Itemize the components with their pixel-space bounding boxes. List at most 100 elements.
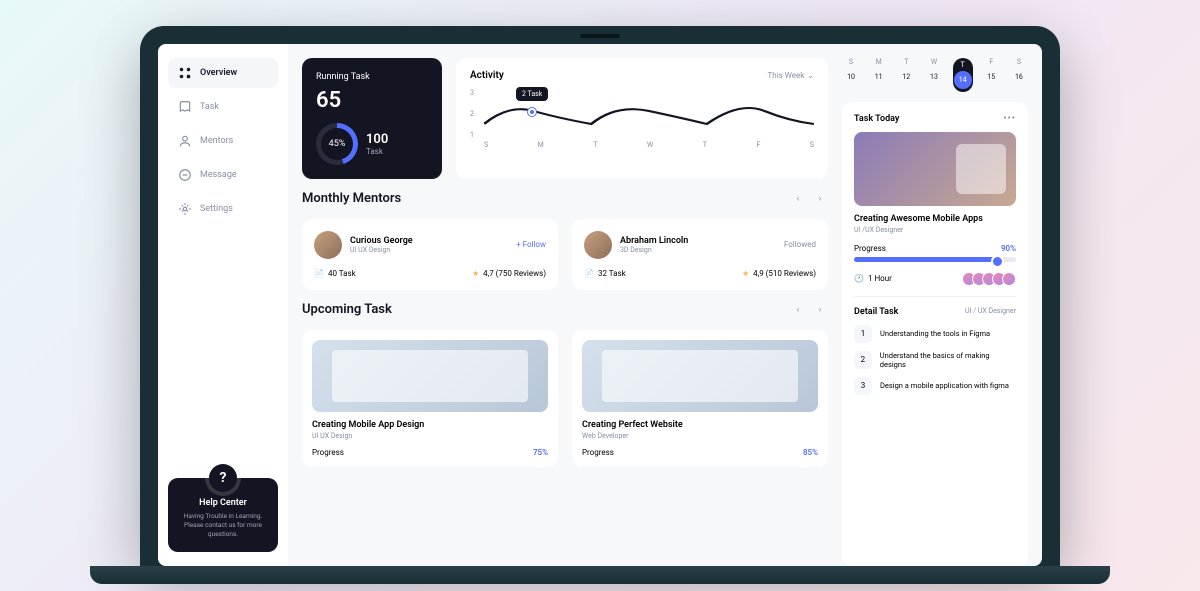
ytick: 2 xyxy=(470,110,474,118)
progress-bar xyxy=(854,257,1016,262)
detail-title: Detail Task xyxy=(854,307,898,317)
star-icon: ★ xyxy=(742,269,749,278)
detail-text: Understand the basics of making designs xyxy=(880,351,1016,369)
chevron-down-icon: ⌄ xyxy=(807,71,814,80)
calendar-date: 14 xyxy=(954,71,972,89)
grid-icon xyxy=(178,66,192,80)
section-title-upcoming: Upcoming Task xyxy=(302,302,392,317)
calendar-day-label: T xyxy=(954,61,972,69)
calendar-day[interactable]: W13 xyxy=(925,58,943,92)
main-content: Running Task 65 45% 100 Task Activity xyxy=(288,44,842,566)
today-title: Task Today xyxy=(854,114,899,124)
mentor-card[interactable]: Abraham Lincoln 3D Design Followed 📄32 T… xyxy=(572,219,828,290)
xtick: M xyxy=(538,141,544,149)
mentor-rating: 4,9 (510 Reviews) xyxy=(753,269,816,278)
mentor-card[interactable]: Curious George UI UX Design + Follow 📄40… xyxy=(302,219,558,290)
sidebar-item-message[interactable]: Message xyxy=(168,160,278,190)
help-title: Help Center xyxy=(178,498,268,508)
right-panel: S10M11T12W13T14F15S16 Task Today ••• Cre… xyxy=(842,44,1042,566)
detail-num: 2 xyxy=(854,351,872,369)
calendar-day-label: M xyxy=(870,58,888,66)
laptop-frame: Overview Task Mentors Message Settings ?… xyxy=(140,26,1060,566)
help-center-card[interactable]: ? Help Center Having Trouble in Learning… xyxy=(168,478,278,551)
upcoming-task-card[interactable]: Creating Mobile App Design UI UX Design … xyxy=(302,330,558,467)
gear-icon xyxy=(178,202,192,216)
activity-title: Activity xyxy=(470,70,504,81)
clock-icon: 🕐 xyxy=(854,274,864,283)
sidebar-label: Message xyxy=(200,170,237,180)
sidebar: Overview Task Mentors Message Settings ?… xyxy=(158,44,288,566)
progress-percent: 90% xyxy=(1001,244,1016,253)
follow-button[interactable]: + Follow xyxy=(516,240,546,249)
mentor-name: Abraham Lincoln xyxy=(620,236,688,246)
more-button[interactable]: ••• xyxy=(1003,114,1016,124)
running-task-card: Running Task 65 45% 100 Task xyxy=(302,58,442,179)
camera-notch xyxy=(580,34,620,38)
mentors-prev-button[interactable]: ‹ xyxy=(790,191,806,207)
xtick: S xyxy=(484,141,488,149)
calendar-day[interactable]: M11 xyxy=(870,58,888,92)
sidebar-item-mentors[interactable]: Mentors xyxy=(168,126,278,156)
ytick: 3 xyxy=(470,89,474,97)
calendar-date: 15 xyxy=(982,68,1000,86)
upcoming-task-card[interactable]: Creating Perfect Website Web Developer P… xyxy=(572,330,828,467)
note-icon: 📄 xyxy=(584,269,594,278)
task-role: Web Developer xyxy=(582,432,818,440)
calendar-day[interactable]: T12 xyxy=(897,58,915,92)
help-subtitle: Having Trouble in Learning. Please conta… xyxy=(178,512,268,539)
followed-label: Followed xyxy=(784,240,816,249)
range-label: This Week xyxy=(768,71,805,80)
progress-label: Progress xyxy=(854,244,886,253)
today-task-name: Creating Awesome Mobile Apps xyxy=(854,214,1016,224)
calendar-date: 10 xyxy=(842,68,860,86)
detail-item: 2 Understand the basics of making design… xyxy=(854,351,1016,369)
running-total-label: Task xyxy=(366,147,388,156)
ytick: 1 xyxy=(470,131,474,139)
sidebar-item-settings[interactable]: Settings xyxy=(168,194,278,224)
calendar: S10 M11 T12 W13 T 14 F 15 S 16 xyxy=(842,58,1028,92)
detail-num: 1 xyxy=(854,325,872,343)
detail-role: UI / UX Designer xyxy=(965,307,1016,317)
activity-range-select[interactable]: This Week ⌄ xyxy=(768,71,814,80)
calendar-day[interactable]: S 16 xyxy=(1010,58,1028,92)
progress-ring: 45% xyxy=(316,123,358,165)
progress-percent: 85% xyxy=(803,448,818,457)
sidebar-label: Task xyxy=(200,102,219,112)
task-name: Creating Perfect Website xyxy=(582,420,818,430)
detail-text: Design a mobile application with figma xyxy=(880,381,1009,390)
chart-highlight-dot xyxy=(528,108,536,116)
message-icon xyxy=(178,168,192,182)
xtick: T xyxy=(703,141,707,149)
sidebar-label: Overview xyxy=(200,68,237,78)
sidebar-label: Settings xyxy=(200,204,233,214)
calendar-date: 13 xyxy=(925,68,943,86)
sidebar-label: Mentors xyxy=(200,136,233,146)
assignee-avatars xyxy=(966,272,1016,286)
help-icon: ? xyxy=(209,464,237,492)
sidebar-item-task[interactable]: Task xyxy=(168,92,278,122)
running-label: Running Task xyxy=(316,72,428,82)
running-count: 65 xyxy=(316,88,428,113)
upcoming-next-button[interactable]: › xyxy=(812,302,828,318)
running-total: 100 xyxy=(366,132,388,147)
activity-chart: 3 2 1 2 Task S M T W xyxy=(470,89,814,149)
chart-tooltip: 2 Task xyxy=(516,87,548,101)
progress-percent: 75% xyxy=(533,448,548,457)
calendar-day-label: T xyxy=(897,58,915,66)
calendar-day[interactable]: S10 xyxy=(842,58,860,92)
detail-num: 3 xyxy=(854,377,872,395)
calendar-day[interactable]: F 15 xyxy=(982,58,1000,92)
star-icon: ★ xyxy=(472,269,479,278)
ring-percent: 45% xyxy=(329,139,346,149)
note-icon: 📄 xyxy=(314,269,324,278)
mentors-next-button[interactable]: › xyxy=(812,191,828,207)
calendar-date: 16 xyxy=(1010,68,1028,86)
calendar-day-label: S xyxy=(1010,58,1028,66)
mentor-rating: 4,7 (750 Reviews) xyxy=(483,269,546,278)
sidebar-item-overview[interactable]: Overview xyxy=(168,58,278,88)
calendar-day-label: F xyxy=(982,58,1000,66)
task-today-card: Task Today ••• Creating Awesome Mobile A… xyxy=(842,102,1028,566)
upcoming-prev-button[interactable]: ‹ xyxy=(790,302,806,318)
mentor-role: UI UX Design xyxy=(350,246,413,254)
calendar-day[interactable]: T 14 xyxy=(953,58,973,92)
